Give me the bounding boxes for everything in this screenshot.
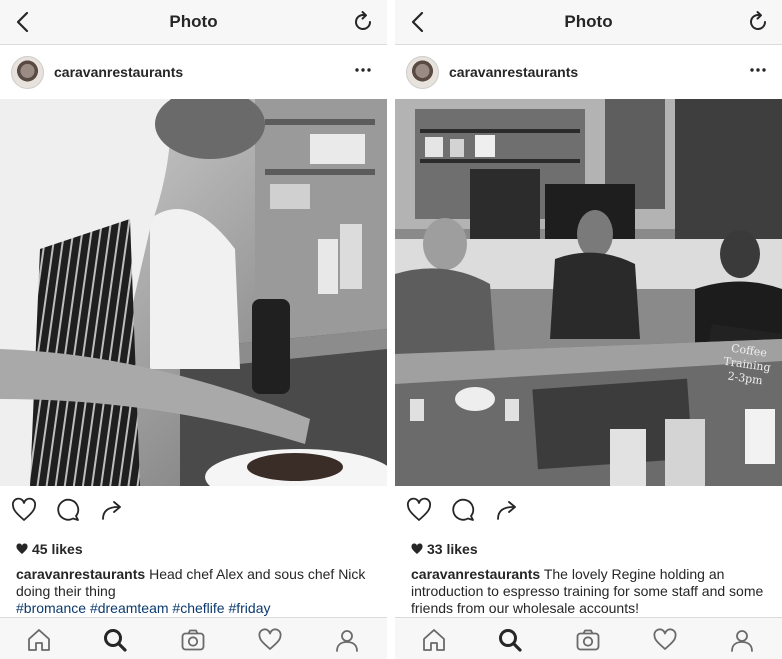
more-options-icon[interactable] — [748, 60, 768, 80]
post-header: caravanrestaurants — [0, 46, 387, 98]
more-options-icon[interactable] — [353, 60, 373, 80]
tab-bar — [395, 617, 782, 659]
post-actions — [0, 492, 387, 528]
likes-count[interactable]: 45 likes — [16, 541, 83, 557]
screen-right: Photo caravanrestaurants Coffee Training… — [395, 0, 782, 659]
screen-left: Photo caravanrestaurants 45 likes carava… — [0, 0, 387, 659]
home-icon[interactable] — [26, 627, 52, 653]
nav-bar: Photo — [395, 0, 782, 45]
hashtag[interactable]: #cheflife — [172, 600, 224, 616]
likes-count[interactable]: 33 likes — [411, 541, 478, 557]
activity-heart-icon[interactable] — [652, 627, 678, 653]
tab-bar — [0, 617, 387, 659]
heart-icon — [16, 543, 28, 554]
comment-icon[interactable] — [449, 496, 477, 524]
page-title: Photo — [169, 12, 218, 31]
caption-username[interactable]: caravanrestaurants — [16, 566, 145, 582]
heart-icon[interactable] — [10, 496, 38, 524]
avatar[interactable] — [11, 56, 44, 89]
heart-icon — [411, 543, 423, 554]
activity-heart-icon[interactable] — [257, 627, 283, 653]
hashtag[interactable]: #bromance — [16, 600, 86, 616]
share-icon[interactable] — [493, 496, 521, 524]
nav-bar: Photo — [0, 0, 387, 45]
post-photo[interactable]: Coffee Training 2-3pm — [395, 99, 782, 486]
hashtag[interactable]: #dreamteam — [90, 600, 169, 616]
likes-label: 33 likes — [427, 541, 478, 557]
refresh-icon[interactable] — [746, 10, 770, 34]
post-actions — [395, 492, 782, 528]
heart-icon[interactable] — [405, 496, 433, 524]
post-username[interactable]: caravanrestaurants — [449, 64, 578, 80]
avatar[interactable] — [406, 56, 439, 89]
page-title: Photo — [564, 12, 613, 31]
camera-icon[interactable] — [575, 627, 601, 653]
profile-icon[interactable] — [334, 627, 360, 653]
hashtag[interactable]: #friday — [228, 600, 270, 616]
chalkboard-sign: Coffee Training 2-3pm — [714, 340, 779, 390]
camera-icon[interactable] — [180, 627, 206, 653]
likes-label: 45 likes — [32, 541, 83, 557]
refresh-icon[interactable] — [351, 10, 375, 34]
caption-username[interactable]: caravanrestaurants — [411, 566, 540, 582]
post-caption: caravanrestaurants Head chef Alex and so… — [16, 566, 376, 617]
post-header: caravanrestaurants — [395, 46, 782, 98]
home-icon[interactable] — [421, 627, 447, 653]
post-username[interactable]: caravanrestaurants — [54, 64, 183, 80]
search-icon[interactable] — [497, 627, 523, 653]
post-caption: caravanrestaurants The lovely Regine hol… — [411, 566, 771, 617]
share-icon[interactable] — [98, 496, 126, 524]
profile-icon[interactable] — [729, 627, 755, 653]
comment-icon[interactable] — [54, 496, 82, 524]
search-icon[interactable] — [102, 627, 128, 653]
screen-divider — [387, 0, 395, 659]
post-photo[interactable] — [0, 99, 387, 486]
